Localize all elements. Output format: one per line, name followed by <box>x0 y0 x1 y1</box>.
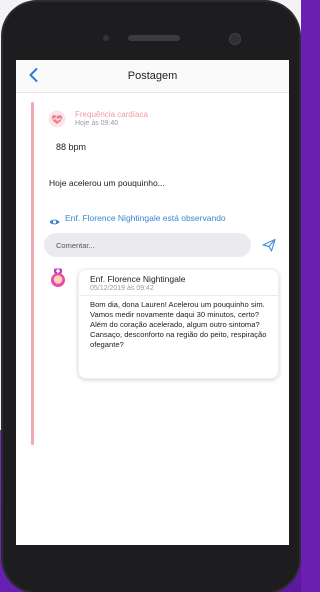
speaker-grille <box>128 35 180 41</box>
camera-dot <box>103 35 109 41</box>
reply-comment: Enf. Florence Nightingale 05/12/2019 às … <box>78 269 279 379</box>
heart-rate-icon <box>48 110 66 128</box>
send-button[interactable] <box>261 237 277 253</box>
watching-label: Enf. Florence Nightingale está observand… <box>65 213 226 223</box>
post-description: Hoje acelerou um pouquinho... <box>49 178 165 188</box>
card-accent-bar <box>31 102 34 445</box>
post-time: Hoje às 09:40 <box>75 120 119 127</box>
reply-timestamp: 05/12/2019 às 09:42 <box>90 285 154 292</box>
comment-input[interactable] <box>44 233 251 257</box>
post-category: Frequência cardíaca <box>75 110 148 119</box>
front-sensor <box>229 33 241 45</box>
nav-bar: Postagem <box>16 60 289 93</box>
eye-icon <box>49 214 60 225</box>
app-screen: Postagem Frequência cardíaca Hoje às 09:… <box>16 60 289 545</box>
send-icon <box>262 238 276 252</box>
reply-author: Enf. Florence Nightingale <box>90 274 186 284</box>
phone-frame: Postagem Frequência cardíaca Hoje às 09:… <box>3 2 299 592</box>
page-title: Postagem <box>127 70 178 82</box>
post-card: Frequência cardíaca Hoje às 09:40 88 bpm… <box>31 102 283 445</box>
measurement-value: 88 bpm <box>56 142 87 152</box>
nurse-avatar <box>49 268 67 288</box>
reply-text: Bom dia, dona Lauren! Acelerou um pouqui… <box>90 300 267 349</box>
reply-divider <box>79 295 278 296</box>
